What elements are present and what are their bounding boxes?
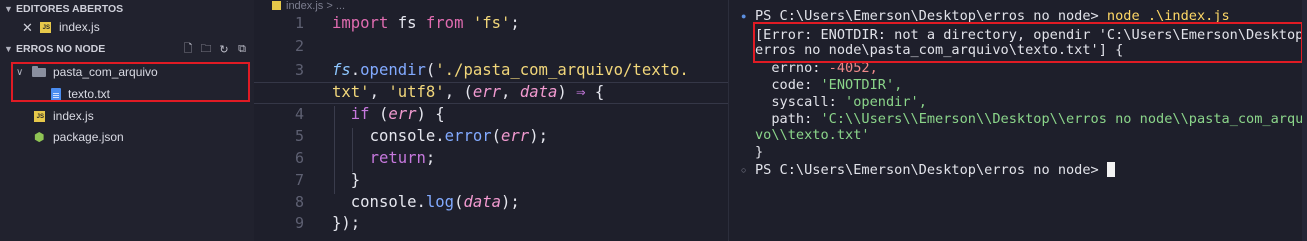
- tree-item-folder[interactable]: ∨ pasta_com_arquivo: [0, 62, 254, 83]
- code-line-7: }: [350, 171, 361, 189]
- terminal-cursor: [1106, 162, 1115, 177]
- refresh-icon[interactable]: ↻: [218, 43, 230, 56]
- terminal-error-line: erros no node\pasta_com_arquivo\texto.tx…: [755, 42, 1124, 58]
- code-line-8: console.log(data);: [350, 193, 520, 211]
- text-file-icon: [51, 88, 61, 101]
- command-status-icon: ●: [741, 11, 747, 21]
- nodejs-icon: ⬢: [34, 130, 45, 144]
- line-number: 5: [294, 127, 304, 145]
- open-editors-header[interactable]: ▼ EDITORES ABERTOS: [0, 0, 254, 18]
- tree-item-index-js[interactable]: JS index.js: [0, 106, 254, 127]
- new-folder-icon[interactable]: 🗀: [200, 40, 212, 59]
- code-line-1: import fs from 'fs';: [332, 14, 520, 32]
- terminal-prompt-2: PS C:\Users\Emerson\Desktop\erros no nod…: [755, 162, 1115, 178]
- js-file-icon: [272, 1, 281, 10]
- line-number: 9: [294, 214, 304, 232]
- terminal-prompt-1: PS C:\Users\Emerson\Desktop\erros no nod…: [755, 8, 1230, 24]
- chevron-down-icon: ▼: [4, 4, 13, 14]
- collapse-icon[interactable]: ⧉: [236, 43, 248, 56]
- terminal-syscall-line: syscall: 'opendir',: [755, 94, 927, 110]
- line-number: 2: [294, 37, 304, 55]
- line-number: 8: [294, 193, 304, 211]
- terminal-errno-line: errno: -4052,: [755, 60, 878, 76]
- terminal-close-brace: }: [755, 144, 764, 160]
- code-line-6: return;: [369, 149, 436, 167]
- code-editor[interactable]: index.js > ... 1 2 3 4 5 6 7 8 9 import …: [254, 0, 728, 241]
- explorer-actions: 🗋 🗀 ↻ ⧉: [182, 40, 248, 58]
- chevron-down-icon: ∨: [16, 67, 24, 78]
- explorer-sidebar: ▼ EDITORES ABERTOS ✕ JS index.js ▼ ERROS N…: [0, 0, 254, 241]
- line-number: 4: [294, 105, 304, 123]
- line-number: 3: [294, 61, 304, 79]
- line-number: 7: [294, 171, 304, 189]
- terminal-panel[interactable]: ● PS C:\Users\Emerson\Desktop\erros no n…: [728, 0, 1307, 241]
- open-editor-item[interactable]: ✕ JS index.js: [0, 17, 254, 38]
- terminal-path-line: path: 'C:\\Users\\Emerson\\Desktop\\erro…: [755, 111, 1307, 127]
- tree-item-package-json[interactable]: ⬢ package.json: [0, 127, 254, 148]
- terminal-scrollbar[interactable]: [1302, 0, 1307, 241]
- breadcrumb-file[interactable]: index.js: [286, 0, 323, 12]
- code-line-4: if (err) {: [350, 105, 445, 123]
- code-line-3: fs.opendir('./pasta_com_arquivo/texto.: [332, 61, 689, 79]
- close-icon[interactable]: ✕: [22, 17, 33, 38]
- code-line-9: });: [332, 214, 361, 232]
- tree-item-texto-txt[interactable]: texto.txt: [0, 84, 254, 105]
- terminal-error-line: [Error: ENOTDIR: not a directory, opendi…: [755, 27, 1307, 43]
- js-file-icon: JS: [40, 22, 51, 33]
- terminal-path-line-wrap: vo\\texto.txt': [755, 127, 870, 143]
- js-file-icon: JS: [34, 111, 45, 122]
- command-status-icon: ○: [741, 165, 747, 175]
- code-line-3-wrap: txt', 'utf8', (err, data) ⇒ {: [332, 83, 605, 101]
- terminal-code-line: code: 'ENOTDIR',: [755, 77, 903, 93]
- new-file-icon[interactable]: 🗋: [182, 40, 194, 59]
- folder-icon: [32, 66, 46, 77]
- code-line-5: console.error(err);: [369, 127, 548, 145]
- breadcrumb: index.js > ...: [272, 0, 345, 14]
- line-number: 6: [294, 149, 304, 167]
- chevron-down-icon: ▼: [4, 44, 13, 54]
- line-number: 1: [294, 14, 304, 32]
